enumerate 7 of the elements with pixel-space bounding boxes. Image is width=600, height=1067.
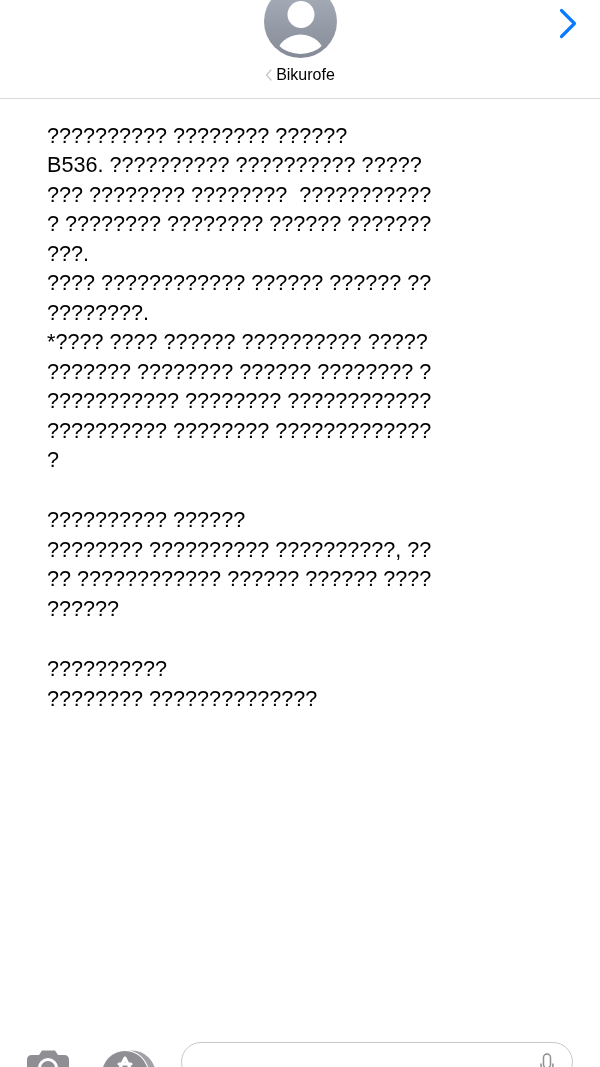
message-text: ?????????? ???????? ?????????????? xyxy=(47,655,318,713)
message-text: ?????????? ?????? ???????? ?????????? ??????????, ?? ?? ???????????? ?????? ?????? ???? ?????? xyxy=(47,506,432,623)
contact-name-button[interactable]: Bikurofe xyxy=(265,66,335,84)
chevron-left-icon xyxy=(265,69,273,81)
avatar-icon[interactable] xyxy=(263,0,337,58)
message-text: ?????????? ???????? ?????? B536. ?????????? ?????????? ????? ??? ???????? ???????? ??????????? ? ???????? ???????? ?????? ??????? ???. ???? ???????????? ?????? ?????? ?? ????????. *???? ???? ?????? ?????????? ????? ??????? ???????? ?????? ???????? ? ??????????? ???????? ???????????? ?????????? ???????? ????????????? ? xyxy=(47,122,432,474)
chevron-right-icon[interactable] xyxy=(558,8,578,39)
